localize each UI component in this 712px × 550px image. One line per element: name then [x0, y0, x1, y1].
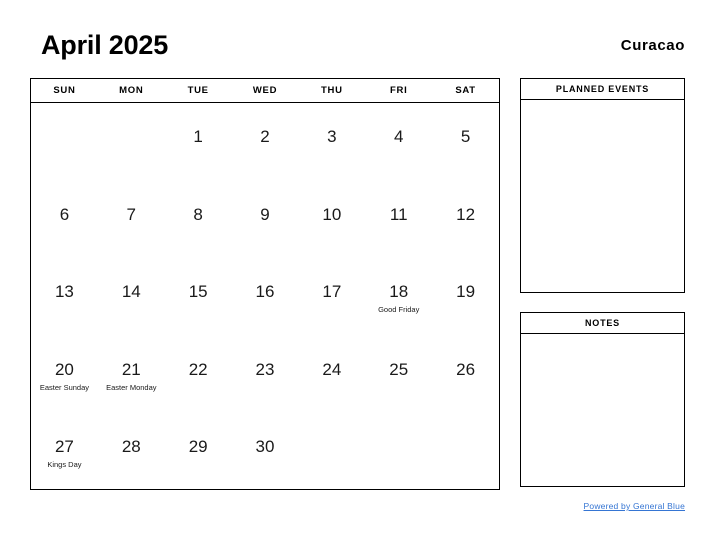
calendar-day-cell-empty	[31, 103, 98, 181]
calendar-day-cell[interactable]: 29	[165, 413, 232, 491]
calendar-week-row: 13 14 15 16 17 18 Good Friday 19	[31, 258, 499, 336]
calendar-day-cell[interactable]: 3	[298, 103, 365, 181]
calendar-weeks: 1 2 3 4 5 6 7 8 9 10 11 12 13 14 15 16 17 18 Good Friday 19…	[31, 103, 499, 491]
day-event-label: Easter Sunday	[39, 382, 90, 392]
planned-events-panel: PLANNED EVENTS	[520, 78, 685, 293]
day-number: 30	[255, 437, 275, 457]
weekday-header-thu: THU	[321, 85, 343, 96]
day-number: 1	[193, 127, 203, 146]
day-number: 11	[389, 204, 408, 224]
calendar-day-cell[interactable]: 23	[232, 336, 299, 414]
calendar-day-cell[interactable]: 5	[432, 103, 499, 181]
day-number: 21	[121, 359, 141, 379]
calendar-week-row: 20 Easter Sunday 21 Easter Monday 22 23 24 25 26	[31, 336, 499, 414]
calendar-day-cell[interactable]: 18 Good Friday	[365, 258, 432, 336]
calendar-day-cell[interactable]: 27 Kings Day	[31, 413, 98, 491]
calendar-day-cell[interactable]: 10	[298, 181, 365, 259]
calendar-day-cell[interactable]: 24	[298, 336, 365, 414]
weekday-header-tue: TUE	[187, 85, 209, 96]
day-number: 5	[460, 127, 471, 146]
calendar-day-cell[interactable]: 17	[298, 258, 365, 336]
day-number: 3	[327, 127, 337, 146]
day-number: 2	[260, 127, 270, 146]
calendar-day-cell[interactable]: 28	[98, 413, 165, 491]
day-number: 18	[389, 282, 409, 302]
day-number: 27	[54, 437, 74, 457]
day-number: 29	[188, 437, 208, 457]
day-number: 25	[389, 359, 409, 379]
notes-body[interactable]	[521, 334, 684, 486]
page-header: April 2025 Curacao	[30, 28, 685, 70]
day-number: 22	[188, 359, 208, 379]
notes-panel: NOTES	[520, 312, 685, 487]
calendar-day-cell[interactable]: 15	[165, 258, 232, 336]
calendar-day-cell-empty	[365, 413, 432, 491]
calendar-day-cell[interactable]: 8	[165, 181, 232, 259]
calendar-day-cell[interactable]: 13	[31, 258, 98, 336]
calendar-grid: SUN MON TUE WED THU FRI SAT 1 2 3 4 5 6 7 8 9 10 11 12 13 1…	[30, 78, 500, 490]
weekday-header-sun: SUN	[53, 85, 76, 96]
weekday-header-mon: MON	[119, 85, 144, 96]
day-number: 4	[393, 127, 404, 146]
day-number: 7	[126, 204, 137, 224]
day-number: 12	[456, 204, 476, 224]
weekday-header-row: SUN MON TUE WED THU FRI SAT	[31, 79, 499, 103]
locality-label: Curacao	[620, 37, 685, 54]
calendar-day-cell-empty	[298, 413, 365, 491]
day-number: 13	[54, 282, 74, 302]
day-event-label: Good Friday	[378, 305, 420, 315]
day-number: 19	[456, 282, 476, 302]
calendar-day-cell[interactable]: 30	[232, 413, 299, 491]
day-number: 26	[456, 359, 476, 379]
day-number: 15	[188, 282, 208, 302]
calendar-page: April 2025 Curacao SUN MON TUE WED THU FRI SAT…	[0, 0, 712, 550]
calendar-day-cell[interactable]: 22	[165, 336, 232, 414]
calendar-day-cell[interactable]: 6	[31, 181, 98, 259]
calendar-day-cell[interactable]: 25	[365, 336, 432, 414]
calendar-day-cell[interactable]: 20 Easter Sunday	[31, 336, 98, 414]
weekday-header-wed: WED	[252, 85, 278, 96]
day-number: 23	[255, 359, 275, 379]
powered-by-link[interactable]: Powered by General Blue	[584, 501, 685, 511]
calendar-day-cell[interactable]: 19	[432, 258, 499, 336]
weekday-header-fri: FRI	[390, 85, 408, 96]
page-title: April 2025	[41, 30, 169, 60]
day-number: 28	[121, 437, 141, 457]
calendar-day-cell[interactable]: 12	[432, 181, 499, 259]
calendar-day-cell[interactable]: 14	[98, 258, 165, 336]
calendar-day-cell[interactable]: 4	[365, 103, 432, 181]
calendar-day-cell[interactable]: 9	[232, 181, 299, 259]
calendar-week-row: 1 2 3 4 5	[31, 103, 499, 181]
day-number: 8	[193, 204, 203, 224]
planned-events-body[interactable]	[521, 100, 684, 292]
day-number: 16	[255, 282, 275, 302]
calendar-day-cell[interactable]: 1	[165, 103, 232, 181]
calendar-day-cell[interactable]: 26	[432, 336, 499, 414]
calendar-day-cell[interactable]: 11	[365, 181, 432, 259]
notes-title: NOTES	[521, 313, 684, 334]
day-number: 10	[322, 204, 342, 224]
day-number: 9	[260, 204, 270, 224]
day-event-label: Kings Day	[47, 460, 82, 470]
calendar-day-cell-empty	[432, 413, 499, 491]
planned-events-title: PLANNED EVENTS	[521, 79, 684, 100]
calendar-day-cell[interactable]: 16	[232, 258, 299, 336]
calendar-day-cell[interactable]: 2	[232, 103, 299, 181]
day-number: 17	[322, 282, 342, 302]
weekday-header-sat: SAT	[455, 85, 476, 96]
day-number: 14	[121, 282, 141, 302]
calendar-week-row: 6 7 8 9 10 11 12	[31, 181, 499, 259]
calendar-week-row: 27 Kings Day 28 29 30	[31, 413, 499, 491]
footer: Powered by General Blue	[520, 496, 685, 514]
calendar-day-cell[interactable]: 21 Easter Monday	[98, 336, 165, 414]
day-event-label: Easter Monday	[106, 382, 157, 392]
calendar-day-cell[interactable]: 7	[98, 181, 165, 259]
day-number: 24	[322, 359, 342, 379]
day-number: 6	[59, 204, 70, 224]
day-number: 20	[54, 359, 74, 379]
calendar-day-cell-empty	[98, 103, 165, 181]
